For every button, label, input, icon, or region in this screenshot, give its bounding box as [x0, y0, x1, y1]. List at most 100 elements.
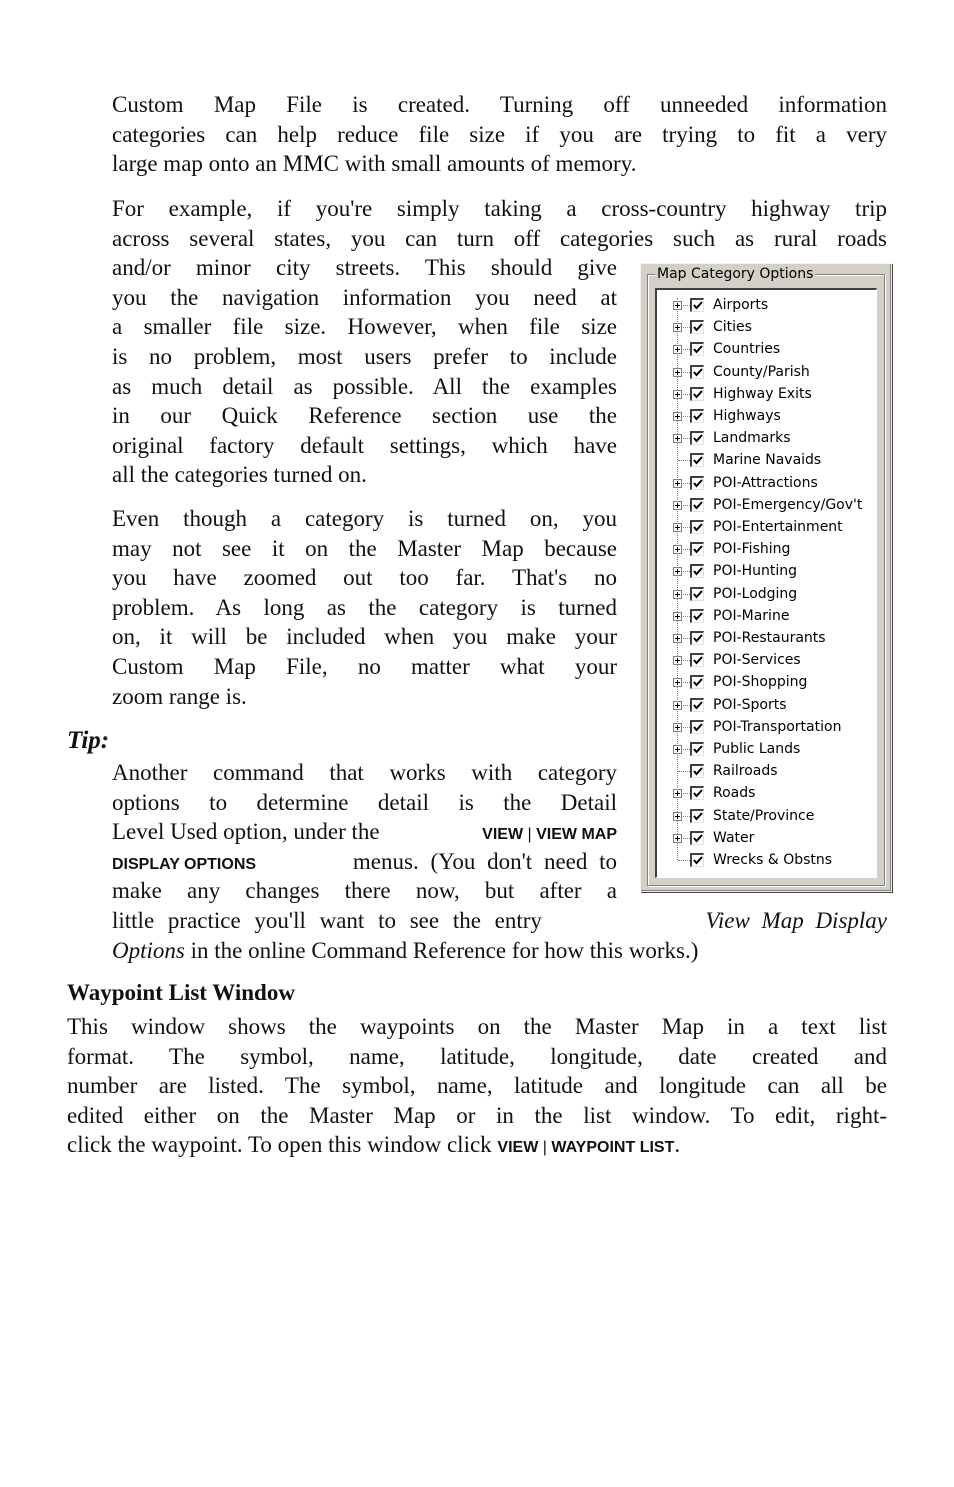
tree-item[interactable]: POI-Sports [657, 694, 876, 716]
menu-separator: | [527, 826, 532, 844]
tree-item[interactable]: POI-Attractions [657, 472, 876, 494]
category-checkbox[interactable] [690, 475, 704, 490]
expand-plus-icon[interactable] [673, 345, 682, 355]
category-label: POI-Lodging [713, 585, 798, 602]
paragraph-map-file-intro: Custom Map File is created. Turning off … [112, 90, 887, 179]
tree-item[interactable]: Railroads [657, 760, 876, 782]
category-label: Airports [713, 297, 769, 313]
tree-item[interactable]: Water [657, 827, 876, 849]
tree-item[interactable]: Cities [657, 316, 876, 338]
tree-item[interactable]: Highway Exits [657, 383, 876, 405]
checkmark-icon [693, 634, 703, 643]
tree-item[interactable]: POI-Services [657, 649, 876, 671]
menu-path: View | Waypoint List [497, 1139, 674, 1156]
text-line: on, it will be included when you make yo… [112, 624, 617, 650]
tree-item[interactable]: State/Province [657, 805, 876, 827]
tree-item[interactable]: POI-Fishing [657, 538, 876, 560]
category-label: POI-Restaurants [713, 630, 826, 646]
expand-plus-icon[interactable] [673, 434, 682, 444]
expand-plus-icon[interactable] [673, 389, 682, 399]
text-line: Even though a category is turned on, you [112, 506, 617, 531]
expand-plus-icon[interactable] [673, 745, 682, 754]
category-checkbox[interactable] [690, 497, 704, 512]
tree-item[interactable]: POI-Emergency/Gov't [657, 494, 876, 516]
expand-plus-icon[interactable] [673, 700, 682, 710]
tree-item[interactable]: Roads [657, 782, 876, 804]
tree-item[interactable]: POI-Marine [657, 605, 876, 627]
expand-plus-icon[interactable] [673, 367, 682, 377]
category-checkbox[interactable] [690, 742, 704, 756]
category-checkbox[interactable] [690, 786, 704, 801]
text-line: format. The symbol, name, latitude, long… [67, 1043, 887, 1069]
expand-plus-icon[interactable] [673, 833, 682, 843]
expand-plus-icon[interactable] [673, 478, 682, 488]
expand-plus-icon[interactable] [673, 811, 682, 821]
category-checkbox[interactable] [690, 431, 704, 446]
expand-plus-icon[interactable] [673, 523, 682, 532]
category-checkbox[interactable] [690, 764, 704, 779]
tree-item[interactable]: Landmarks [657, 427, 876, 449]
category-checkbox[interactable] [690, 830, 704, 845]
tree-item[interactable]: POI-Entertainment [657, 516, 876, 538]
category-checkbox[interactable] [690, 586, 704, 601]
category-checkbox[interactable] [690, 520, 704, 534]
category-checkbox[interactable] [690, 675, 704, 690]
menu-waypoint-list: Waypoint List [551, 1139, 675, 1157]
category-checkbox[interactable] [690, 608, 704, 623]
tree-item[interactable]: Wrecks & Obstns [657, 849, 876, 871]
expand-plus-icon[interactable] [673, 500, 682, 510]
tree-item[interactable]: County/Parish [657, 361, 876, 383]
category-checkbox[interactable] [690, 386, 704, 401]
expand-plus-icon[interactable] [673, 323, 682, 333]
section-heading: Waypoint List Window [67, 980, 295, 1005]
tree-item[interactable]: Highways [657, 405, 876, 427]
category-checkbox[interactable] [690, 409, 704, 423]
category-checkbox[interactable] [690, 320, 704, 335]
category-checkbox[interactable] [690, 719, 704, 734]
expand-plus-icon[interactable] [673, 789, 682, 799]
tree-item[interactable]: POI-Restaurants [657, 627, 876, 649]
text-fragment: menus. (You don't need to [341, 848, 617, 874]
category-checkbox[interactable] [690, 653, 704, 668]
category-checkbox[interactable] [690, 364, 704, 379]
expand-plus-icon[interactable] [673, 567, 682, 577]
category-label: Roads [713, 785, 756, 802]
tree-item[interactable]: POI-Shopping [657, 671, 876, 693]
expand-plus-icon[interactable] [673, 412, 682, 421]
checkmark-icon [693, 367, 703, 377]
category-checkbox[interactable] [690, 342, 704, 357]
category-checkbox[interactable] [690, 564, 704, 579]
expand-plus-icon[interactable] [673, 722, 682, 732]
tree-item[interactable]: POI-Transportation [657, 716, 876, 738]
tree-item[interactable]: POI-Lodging [657, 583, 876, 605]
category-checkbox[interactable] [690, 697, 704, 712]
checkmark-icon [693, 723, 703, 732]
tree-item[interactable]: Airports [657, 294, 876, 316]
expand-plus-icon[interactable] [673, 634, 682, 643]
tree-item[interactable]: Public Lands [657, 738, 876, 760]
category-checkbox[interactable] [690, 808, 704, 823]
tip-label: Tip: [67, 727, 110, 754]
category-checkbox[interactable] [690, 631, 704, 645]
checkmark-icon [693, 390, 703, 399]
expand-plus-icon[interactable] [673, 656, 682, 666]
tree-item[interactable]: POI-Hunting [657, 560, 876, 582]
menu-display-options: Display Options [112, 855, 257, 873]
expand-plus-icon[interactable] [673, 611, 682, 621]
expand-plus-icon[interactable] [673, 545, 682, 555]
category-checkbox[interactable] [690, 298, 704, 312]
tree-item[interactable]: Marine Navaids [657, 449, 876, 471]
checkmark-icon [693, 834, 703, 843]
expand-plus-icon[interactable] [673, 301, 682, 310]
category-tree[interactable]: Airports Cities Countries County/Parish High… [655, 288, 877, 878]
expand-plus-icon[interactable] [673, 678, 682, 688]
text-line: Level Used option, under the View | View… [112, 817, 617, 847]
tree-item[interactable]: Countries [657, 338, 876, 360]
category-checkbox[interactable] [690, 853, 704, 867]
category-label: POI-Attractions [713, 474, 818, 491]
category-checkbox[interactable] [690, 453, 704, 468]
category-label: Countries [713, 341, 781, 358]
category-checkbox[interactable] [690, 542, 704, 557]
text-fragment: Level Used option, under the [112, 819, 386, 845]
expand-plus-icon[interactable] [673, 589, 682, 599]
